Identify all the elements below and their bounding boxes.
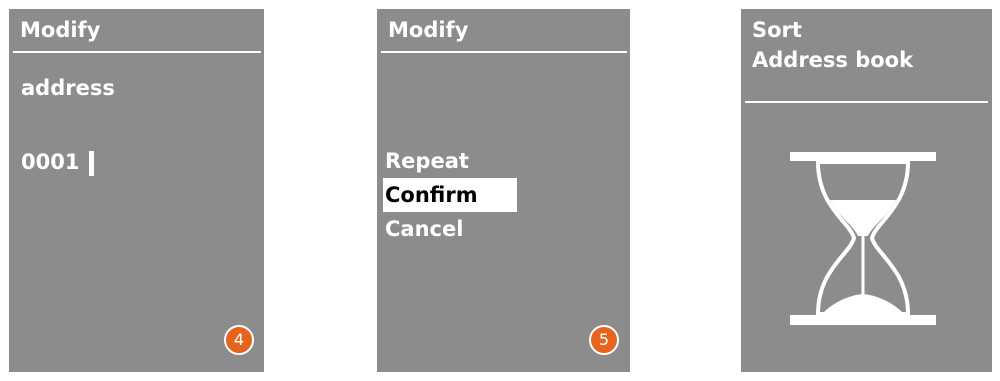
step-number-badge: 4 [224,325,254,355]
modify-address-screen: Modify address 0001 4 [9,9,264,372]
modify-confirm-screen: Modify Repeat Confirm Cancel 5 [377,9,630,372]
screen-title-line-1: Sort [752,18,802,42]
title-divider [13,51,261,53]
screen-title: Modify [20,18,101,42]
title-divider [745,101,988,103]
action-menu: Repeat Confirm Cancel [383,144,517,246]
title-divider [381,51,627,53]
sort-address-book-screen: Sort Address book [741,9,992,372]
text-cursor [89,151,94,176]
screen-title-line-2: Address book [752,48,914,72]
hourglass-icon [790,152,936,325]
menu-item-cancel[interactable]: Cancel [383,212,517,246]
menu-item-repeat[interactable]: Repeat [383,144,517,178]
address-label: address [21,76,115,100]
step-number-badge: 5 [589,325,619,355]
screen-title: Sort Address book [752,15,913,75]
screen-title: Modify [388,18,469,42]
menu-item-confirm[interactable]: Confirm [383,178,517,212]
address-input[interactable]: 0001 [21,147,79,177]
